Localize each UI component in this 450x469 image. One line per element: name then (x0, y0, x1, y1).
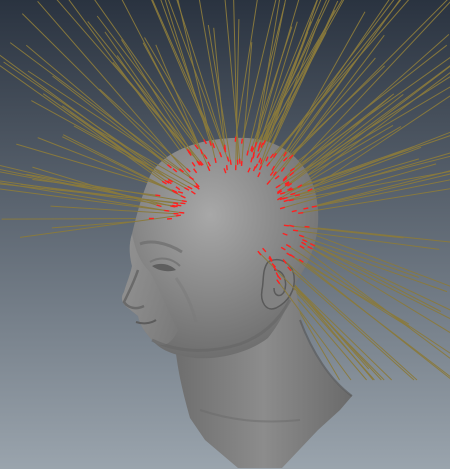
maya-viewport[interactable] (0, 0, 450, 469)
hair-root-point (240, 138, 244, 144)
hair-root-point (288, 199, 294, 202)
hair-root-point (298, 212, 304, 214)
hair-root-point (226, 165, 228, 171)
viewport-canvas[interactable] (0, 0, 450, 469)
hair-root-point (176, 204, 182, 207)
hair-root-point (224, 144, 226, 150)
hair-root-point (283, 224, 289, 227)
hair-root-point (181, 200, 187, 203)
hair-root-point (155, 194, 161, 197)
hair-root-point (175, 214, 181, 217)
hair-root-point (292, 229, 299, 232)
hair-root-point (234, 136, 237, 142)
hair-root-point (252, 151, 255, 157)
hair-root-point (173, 202, 179, 205)
hair-root-point (303, 207, 309, 210)
hair-root-point (214, 157, 217, 164)
hair-root-point (311, 205, 317, 208)
hair-root-point (229, 159, 232, 165)
hair-curve (1, 218, 154, 220)
hair-root-point (164, 209, 170, 212)
hair-root-point (172, 205, 178, 208)
hair-root-point (179, 211, 185, 214)
hair-root-point (294, 194, 301, 197)
hair-root-point (180, 202, 186, 205)
